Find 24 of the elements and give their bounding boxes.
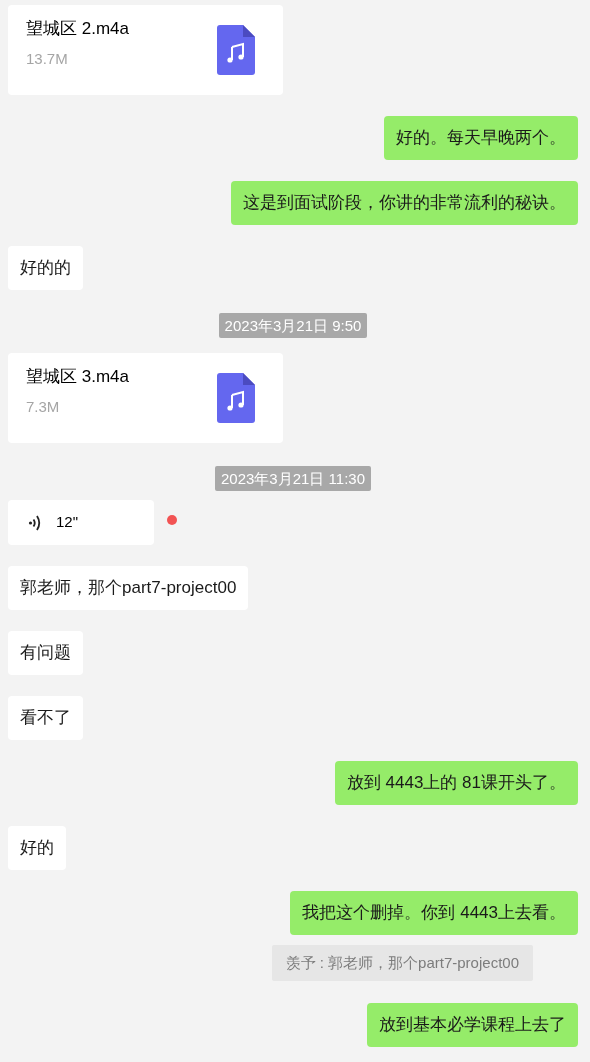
- message-bubble: 好的: [8, 826, 66, 870]
- voice-message[interactable]: 12": [8, 500, 154, 545]
- message-bubble: 我把这个删掉。你到 4443上去看。: [290, 891, 578, 935]
- file-name: 望城区 3.m4a: [26, 366, 129, 388]
- timestamp: 2023年3月21日 9:50: [218, 313, 368, 338]
- file-message[interactable]: 望城区 3.m4a 7.3M: [8, 353, 283, 443]
- file-size: 13.7M: [26, 49, 69, 69]
- file-name: 望城区 2.m4a: [26, 18, 129, 40]
- message-bubble: 有问题: [8, 631, 83, 675]
- file-size: 7.3M: [26, 397, 61, 417]
- music-file-icon: [217, 25, 255, 75]
- message-bubble: 看不了: [8, 696, 83, 740]
- message-bubble: 放到基本必学课程上去了: [367, 1003, 578, 1047]
- timestamp: 2023年3月21日 11:30: [215, 466, 371, 491]
- message-bubble: 好的的: [8, 246, 83, 290]
- message-bubble: 郭老师，那个part7-project00: [8, 566, 249, 610]
- music-file-icon: [217, 373, 255, 423]
- message-bubble: 放到 4443上的 81课开头了。: [334, 761, 578, 805]
- message-bubble: 好的。每天早晚两个。: [384, 116, 578, 160]
- file-message[interactable]: 望城区 2.m4a 13.7M: [8, 5, 283, 95]
- voice-duration: 12": [56, 512, 78, 533]
- message-bubble: 这是到面试阶段，你讲的非常流利的秘诀。: [231, 181, 578, 225]
- voice-icon: [28, 513, 42, 532]
- quoted-message[interactable]: 羡予 : 郭老师，那个part7-project00: [271, 945, 533, 981]
